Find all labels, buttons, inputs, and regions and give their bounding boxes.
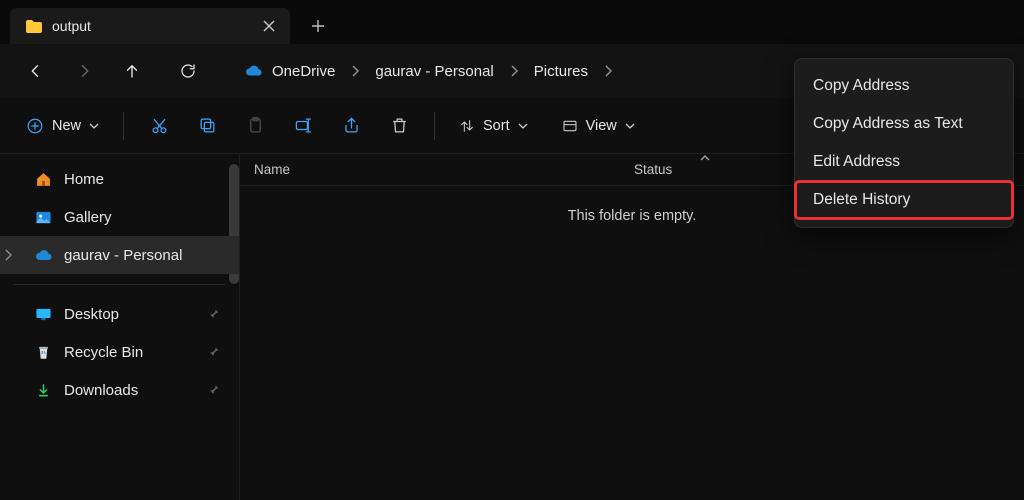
sort-indicator-icon: [700, 154, 710, 162]
sidebar: Home Gallery gaurav - Personal Desktop: [0, 154, 240, 500]
delete-button[interactable]: [376, 107, 422, 145]
sidebar-item-desktop[interactable]: Desktop: [0, 295, 239, 333]
sidebar-item-gallery[interactable]: Gallery: [0, 198, 239, 236]
view-button-label: View: [586, 118, 617, 134]
sidebar-item-home[interactable]: Home: [0, 160, 239, 198]
sidebar-item-personal[interactable]: gaurav - Personal: [0, 236, 239, 274]
back-button[interactable]: [14, 49, 58, 93]
chevron-right-icon[interactable]: [506, 65, 522, 77]
chevron-down-icon: [625, 121, 635, 131]
chevron-down-icon: [518, 121, 528, 131]
sidebar-item-label: gaurav - Personal: [64, 247, 182, 264]
pin-icon[interactable]: [207, 307, 221, 321]
rename-button[interactable]: [280, 107, 326, 145]
address-context-menu: Copy Address Copy Address as Text Edit A…: [794, 58, 1014, 228]
share-button[interactable]: [328, 107, 374, 145]
tab-title: output: [52, 18, 252, 34]
menu-edit-address[interactable]: Edit Address: [795, 143, 1013, 181]
paste-button[interactable]: [232, 107, 278, 145]
pin-icon[interactable]: [207, 345, 221, 359]
sort-button[interactable]: Sort: [447, 107, 540, 145]
onedrive-icon: [34, 246, 52, 264]
breadcrumb-onedrive[interactable]: OneDrive: [232, 53, 347, 89]
close-tab-icon[interactable]: [262, 19, 276, 33]
sidebar-item-label: Downloads: [64, 382, 138, 399]
recycle-bin-icon: [34, 343, 52, 361]
column-header-status[interactable]: Status: [620, 154, 820, 185]
breadcrumb-pictures[interactable]: Pictures: [522, 53, 600, 89]
refresh-button[interactable]: [166, 49, 210, 93]
sidebar-item-downloads[interactable]: Downloads: [0, 371, 239, 409]
column-header-name[interactable]: Name: [240, 154, 620, 185]
chevron-down-icon: [89, 121, 99, 131]
cut-button[interactable]: [136, 107, 182, 145]
pin-icon[interactable]: [207, 383, 221, 397]
download-icon: [34, 381, 52, 399]
breadcrumb-label: OneDrive: [272, 63, 335, 80]
up-button[interactable]: [110, 49, 154, 93]
copy-button[interactable]: [184, 107, 230, 145]
new-tab-button[interactable]: [302, 10, 334, 42]
gallery-icon: [34, 208, 52, 226]
breadcrumb-label: Pictures: [534, 63, 588, 80]
new-button[interactable]: New: [14, 107, 111, 145]
sidebar-separator: [14, 284, 225, 285]
chevron-right-icon[interactable]: [4, 249, 12, 261]
sort-button-label: Sort: [483, 118, 510, 134]
sidebar-item-label: Recycle Bin: [64, 344, 143, 361]
sidebar-item-label: Gallery: [64, 209, 112, 226]
chevron-right-icon[interactable]: [600, 65, 616, 77]
folder-icon: [24, 17, 42, 35]
breadcrumb-personal[interactable]: gaurav - Personal: [363, 53, 505, 89]
sidebar-item-label: Home: [64, 171, 104, 188]
breadcrumb-label: gaurav - Personal: [375, 63, 493, 80]
new-button-label: New: [52, 118, 81, 134]
breadcrumb[interactable]: OneDrive gaurav - Personal Pictures: [232, 53, 616, 89]
onedrive-icon: [244, 62, 262, 80]
view-button[interactable]: View: [550, 107, 647, 145]
menu-delete-history[interactable]: Delete History: [795, 181, 1013, 219]
desktop-icon: [34, 305, 52, 323]
tab-active[interactable]: output: [10, 8, 290, 44]
home-icon: [34, 170, 52, 188]
chevron-right-icon[interactable]: [347, 65, 363, 77]
forward-button[interactable]: [62, 49, 106, 93]
sidebar-item-recycle-bin[interactable]: Recycle Bin: [0, 333, 239, 371]
menu-copy-address-text[interactable]: Copy Address as Text: [795, 105, 1013, 143]
window-tab-strip: output: [0, 0, 1024, 44]
sidebar-item-label: Desktop: [64, 306, 119, 323]
menu-copy-address[interactable]: Copy Address: [795, 67, 1013, 105]
